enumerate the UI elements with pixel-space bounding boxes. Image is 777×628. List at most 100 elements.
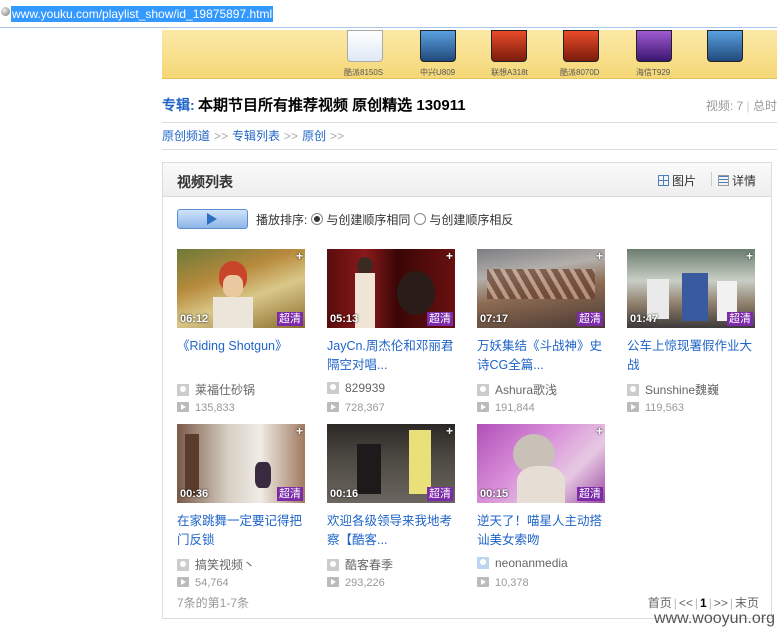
video-title-link[interactable]: 在家跳舞一定要记得把门反锁 xyxy=(177,512,307,550)
sort-options: 播放排序: 与创建顺序相同 与创建顺序相反 xyxy=(256,211,513,228)
phone-image xyxy=(707,30,743,62)
page-favicon-icon xyxy=(1,7,10,16)
breadcrumb-link[interactable]: 原创 xyxy=(302,129,326,143)
user-icon xyxy=(327,559,339,571)
user-icon xyxy=(477,384,489,396)
video-thumbnail[interactable]: + 00:16 超清 xyxy=(327,424,455,503)
video-title-link[interactable]: 逆天了！喵星人主动搭讪美女索吻 xyxy=(477,512,607,550)
uploader[interactable]: 搞笑视频丶 xyxy=(177,556,307,573)
uploader[interactable]: 829939 xyxy=(327,381,457,395)
panel-header: 视频列表 图片 详情 xyxy=(163,163,771,197)
video-thumbnail[interactable]: + 01:47 超清 xyxy=(627,249,755,328)
sort-same-label[interactable]: 与创建顺序相同 xyxy=(326,213,410,227)
video-title-link[interactable]: 《Riding Shotgun》 xyxy=(177,337,307,356)
first-page-link[interactable]: 首页 xyxy=(648,596,672,610)
divider xyxy=(162,122,777,123)
add-icon[interactable]: + xyxy=(296,249,303,263)
sort-reverse-radio[interactable] xyxy=(414,213,427,225)
add-icon[interactable]: + xyxy=(746,249,753,263)
pagination: 首页 | << | 1 | >> | 末页 xyxy=(647,596,759,610)
result-count: 7条的第1-7条 xyxy=(177,596,250,610)
video-card: + 05:13 超清 JayCn.周杰伦和邓丽君隔空对唱... 829939 7… xyxy=(327,249,457,419)
uploader[interactable]: 酷客春季 xyxy=(327,556,457,573)
duration-label: 00:16 xyxy=(330,488,359,500)
user-icon xyxy=(627,384,639,396)
last-page-link[interactable]: 末页 xyxy=(735,596,759,610)
video-count: 视频: 7 | 总时 xyxy=(705,99,777,113)
video-title-link[interactable]: 公车上惊现署假作业大战 xyxy=(627,337,757,375)
add-icon[interactable]: + xyxy=(446,424,453,438)
video-thumbnail[interactable]: + 00:15 超清 xyxy=(477,424,605,503)
play-count-icon xyxy=(477,577,489,587)
uploader[interactable]: neonanmedia xyxy=(477,556,607,570)
hd-badge: 超清 xyxy=(427,312,453,326)
play-count-icon xyxy=(327,402,339,412)
play-count: 191,844 xyxy=(477,402,535,414)
duration-label: 00:36 xyxy=(180,488,209,500)
video-card: + 00:16 超清 欢迎各级领导来我地考察【酷客... 酷客春季 293,22… xyxy=(327,424,457,594)
video-thumbnail[interactable]: + 05:13 超清 xyxy=(327,249,455,328)
sort-reverse-label[interactable]: 与创建顺序相反 xyxy=(429,213,513,227)
phone-image xyxy=(636,30,672,62)
ad-banner[interactable]: 酷派8150S 中兴U809 联想A318t 酷派8070D 海信T929 xyxy=(162,30,777,79)
view-picture-button[interactable]: 图片 xyxy=(658,172,696,189)
user-icon xyxy=(477,557,489,569)
user-icon xyxy=(177,559,189,571)
view-detail-button[interactable]: 详情 xyxy=(718,172,756,189)
play-count-icon xyxy=(177,402,189,412)
prev-page-link[interactable]: << xyxy=(679,596,693,610)
video-card: + 00:15 超清 逆天了！喵星人主动搭讪美女索吻 neonanmedia 1… xyxy=(477,424,607,594)
duration-label: 00:15 xyxy=(480,488,509,500)
address-bar[interactable]: www.youku.com/playlist_show/id_19875897.… xyxy=(0,0,777,28)
hd-badge: 超清 xyxy=(727,312,753,326)
play-count-icon xyxy=(327,577,339,587)
phone-label: 酷派8150S xyxy=(344,68,384,77)
play-count-icon xyxy=(477,402,489,412)
divider xyxy=(162,149,777,150)
current-page: 1 xyxy=(700,596,707,610)
album-title: 本期节目所有推荐视频 原创精选 130911 xyxy=(198,97,466,114)
phone-image xyxy=(347,30,383,62)
sort-same-radio[interactable] xyxy=(311,213,324,225)
panel-title: 视频列表 xyxy=(177,174,233,190)
video-title-link[interactable]: JayCn.周杰伦和邓丽君隔空对唱... xyxy=(327,337,457,375)
video-title-link[interactable]: 万妖集结《斗战神》史诗CG全篇... xyxy=(477,337,607,375)
play-count: 135,833 xyxy=(177,402,235,414)
play-all-button[interactable] xyxy=(177,209,248,229)
album-title-bar: 专辑: 本期节目所有推荐视频 原创精选 130911 视频: 7 | 总时 xyxy=(162,94,777,116)
play-count-icon xyxy=(627,402,639,412)
play-icon xyxy=(207,213,217,225)
video-card: + 01:47 超清 公车上惊现署假作业大战 Sunshine魏巍 119,56… xyxy=(627,249,757,419)
user-icon xyxy=(177,384,189,396)
url-text[interactable]: www.youku.com/playlist_show/id_19875897.… xyxy=(11,6,274,22)
video-title-link[interactable]: 欢迎各级领导来我地考察【酷客... xyxy=(327,512,457,550)
phone-label: 酷派8070D xyxy=(560,68,600,77)
video-thumbnail[interactable]: + 07:17 超清 xyxy=(477,249,605,328)
duration-label: 07:17 xyxy=(480,313,509,325)
breadcrumb-link[interactable]: 专辑列表 xyxy=(232,129,280,143)
watermark: www.wooyun.org xyxy=(654,610,775,627)
hd-badge: 超清 xyxy=(577,312,603,326)
duration-label: 06:12 xyxy=(180,313,209,325)
uploader[interactable]: 莱福仕砂锅 xyxy=(177,381,307,398)
video-thumbnail[interactable]: + 06:12 超清 xyxy=(177,249,305,328)
uploader[interactable]: Ashura歌浅 xyxy=(477,381,607,398)
breadcrumb-link[interactable]: 原创频道 xyxy=(162,129,210,143)
play-count: 293,226 xyxy=(327,577,385,589)
video-thumbnail[interactable]: + 00:36 超清 xyxy=(177,424,305,503)
next-page-link[interactable]: >> xyxy=(714,596,728,610)
add-icon[interactable]: + xyxy=(446,249,453,263)
uploader[interactable]: Sunshine魏巍 xyxy=(627,381,757,398)
duration-label: 05:13 xyxy=(330,313,359,325)
add-icon[interactable]: + xyxy=(596,249,603,263)
hd-badge: 超清 xyxy=(577,487,603,501)
video-card: + 06:12 超清 《Riding Shotgun》 莱福仕砂锅 135,83… xyxy=(177,249,307,419)
play-count: 728,367 xyxy=(327,402,385,414)
phone-image xyxy=(563,30,599,62)
phone-label: 联想A318t xyxy=(491,68,528,77)
add-icon[interactable]: + xyxy=(596,424,603,438)
video-card: + 00:36 超清 在家跳舞一定要记得把门反锁 搞笑视频丶 54,764 xyxy=(177,424,307,594)
play-count: 10,378 xyxy=(477,577,529,589)
phone-label: 中兴U809 xyxy=(420,68,456,77)
add-icon[interactable]: + xyxy=(296,424,303,438)
